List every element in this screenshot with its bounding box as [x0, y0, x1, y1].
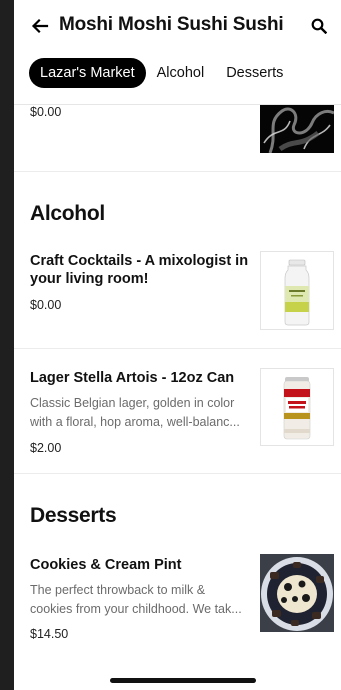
item-price: $0.00 [30, 298, 62, 312]
item-image [260, 368, 334, 446]
store-header: Moshi Moshi Sushi Sushi Lazar's Market A… [14, 0, 341, 105]
item-image [260, 251, 334, 330]
section-title-alcohol: Alcohol [30, 202, 105, 225]
store-screen: Moshi Moshi Sushi Sushi Lazar's Market A… [14, 0, 341, 690]
arrow-left-icon [31, 18, 49, 34]
divider [14, 348, 341, 349]
search-icon [311, 18, 327, 34]
menu-item-stella-artois[interactable]: Lager Stella Artois - 12oz Can Classic B… [14, 367, 341, 473]
tab-desserts[interactable]: Desserts [215, 58, 294, 88]
menu-item-partial[interactable]: $0.00 [14, 103, 341, 171]
item-description: The perfect throwback to milk & cookies … [30, 583, 242, 616]
store-title: Moshi Moshi Sushi Sushi [59, 14, 284, 35]
section-title-desserts: Desserts [30, 504, 117, 527]
menu-item-cookies-cream[interactable]: Cookies & Cream Pint The perfect throwba… [14, 554, 341, 664]
item-name: Lager Stella Artois - 12oz Can [30, 370, 235, 386]
divider [14, 473, 341, 474]
item-price: $14.50 [30, 627, 69, 641]
header-divider [14, 104, 341, 105]
item-image [260, 103, 334, 153]
menu-item-craft-cocktails[interactable]: Craft Cocktails - A mixologist in your l… [14, 250, 341, 348]
divider [14, 171, 341, 172]
item-price: $2.00 [30, 441, 62, 455]
search-button[interactable] [307, 14, 331, 38]
home-indicator[interactable] [110, 678, 256, 683]
device-bezel [0, 0, 14, 690]
back-button[interactable] [28, 14, 52, 38]
item-image [260, 554, 334, 632]
item-price: $0.00 [30, 105, 62, 119]
category-tabs: Lazar's Market Alcohol Desserts [29, 58, 294, 88]
item-name: Craft Cocktails - A mixologist in your l… [30, 253, 249, 287]
tab-lazars-market[interactable]: Lazar's Market [29, 58, 146, 88]
item-description: Classic Belgian lager, golden in color w… [30, 396, 240, 429]
item-name: Cookies & Cream Pint [30, 557, 182, 573]
tab-alcohol[interactable]: Alcohol [146, 58, 216, 88]
